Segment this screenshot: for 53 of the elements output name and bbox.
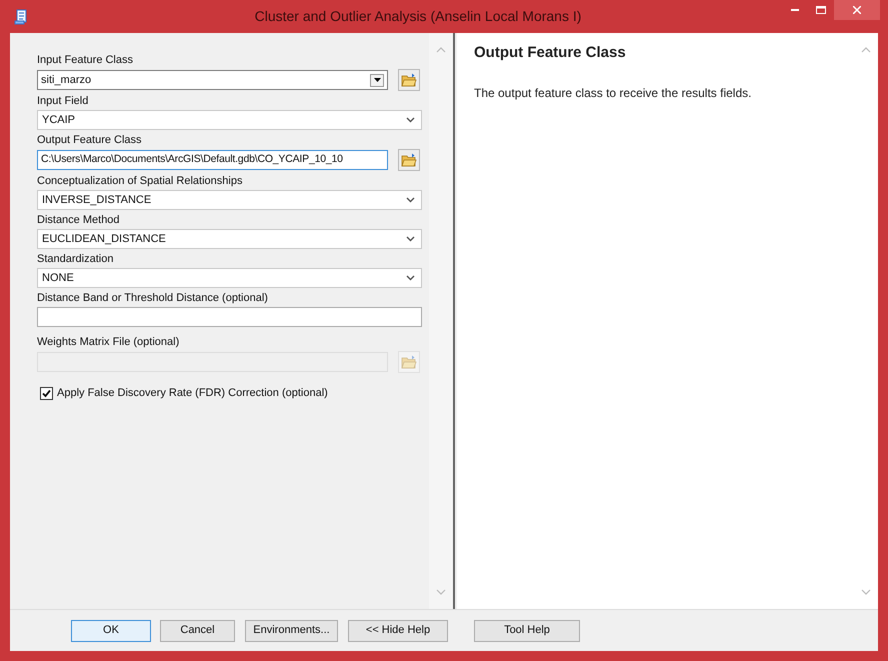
browse-button[interactable] <box>398 351 420 373</box>
close-button[interactable] <box>834 0 880 20</box>
parameter-label: Input Feature Class <box>37 53 134 68</box>
parameter-label: Input Field <box>37 94 90 109</box>
input-field[interactable]: C:\Users\Marco\Documents\ArcGIS\Default.gdb\CO_YCAIP_10_10 <box>37 150 388 170</box>
parameter-label: Weights Matrix File (optional) <box>37 335 180 350</box>
dialog-button[interactable]: Environments... <box>245 620 338 642</box>
input-value: C:\Users\Marco\Documents\ArcGIS\Default.gdb\CO_YCAIP_10_10 <box>41 152 343 168</box>
dropdown-field[interactable]: YCAIP <box>37 110 422 130</box>
parameter-label: Conceptualization of Spatial Relationships <box>37 174 244 189</box>
scroll-icon <box>14 8 28 24</box>
dialog-button[interactable]: Cancel <box>160 620 235 642</box>
dialog-button[interactable]: OK <box>71 620 151 642</box>
dialog-button[interactable]: Tool Help <box>474 620 580 642</box>
parameter-label: Distance Method <box>37 213 121 228</box>
scroll-down-icon[interactable] <box>436 589 446 595</box>
folder-icon <box>401 355 417 369</box>
browse-button[interactable] <box>398 149 420 171</box>
dropdown-arrow-icon <box>374 78 380 82</box>
dropdown-value: NONE <box>42 270 75 286</box>
checkbox-label: Apply False Discovery Rate (FDR) Correction (optional) <box>57 386 328 401</box>
help-text: The output feature class to receive the results fields. <box>474 84 752 102</box>
dropdown-value: EUCLIDEAN_DISTANCE <box>42 232 167 247</box>
check-icon <box>42 388 51 398</box>
parameter-label: Standardization <box>37 252 114 267</box>
scroll-down-icon[interactable] <box>861 589 871 595</box>
dialog-button[interactable]: << Hide Help <box>348 620 448 642</box>
dropdown-field[interactable]: EUCLIDEAN_DISTANCE <box>37 229 422 249</box>
window-title: Cluster and Outlier Analysis (Anselin Local Morans I) <box>254 7 582 26</box>
folder-icon <box>401 73 417 87</box>
parameter-label: Distance Band or Threshold Distance (optional) <box>37 291 269 306</box>
combo-box[interactable]: siti_marzo <box>37 70 388 90</box>
parameter-label: Output Feature Class <box>37 133 143 148</box>
scroll-up-icon[interactable] <box>861 47 871 53</box>
dropdown-button[interactable] <box>370 74 384 86</box>
chevron-down-icon <box>406 117 415 123</box>
dropdown-field[interactable]: NONE <box>37 268 422 288</box>
input-field[interactable] <box>37 307 422 327</box>
minimize-icon <box>791 9 799 11</box>
dropdown-value: YCAIP <box>42 112 76 128</box>
folder-icon <box>401 153 417 167</box>
chevron-down-icon <box>406 197 415 203</box>
maximize-icon <box>816 6 826 14</box>
browse-button[interactable] <box>398 69 420 91</box>
scroll-up-icon[interactable] <box>436 47 446 53</box>
combo-value: siti_marzo <box>41 72 92 88</box>
help-title: Output Feature Class <box>474 43 627 63</box>
dropdown-value: INVERSE_DISTANCE <box>42 192 152 208</box>
chevron-down-icon <box>406 275 415 281</box>
close-icon <box>853 6 861 14</box>
dropdown-field[interactable]: INVERSE_DISTANCE <box>37 190 422 210</box>
checkbox[interactable] <box>40 386 53 400</box>
chevron-down-icon <box>406 236 415 242</box>
